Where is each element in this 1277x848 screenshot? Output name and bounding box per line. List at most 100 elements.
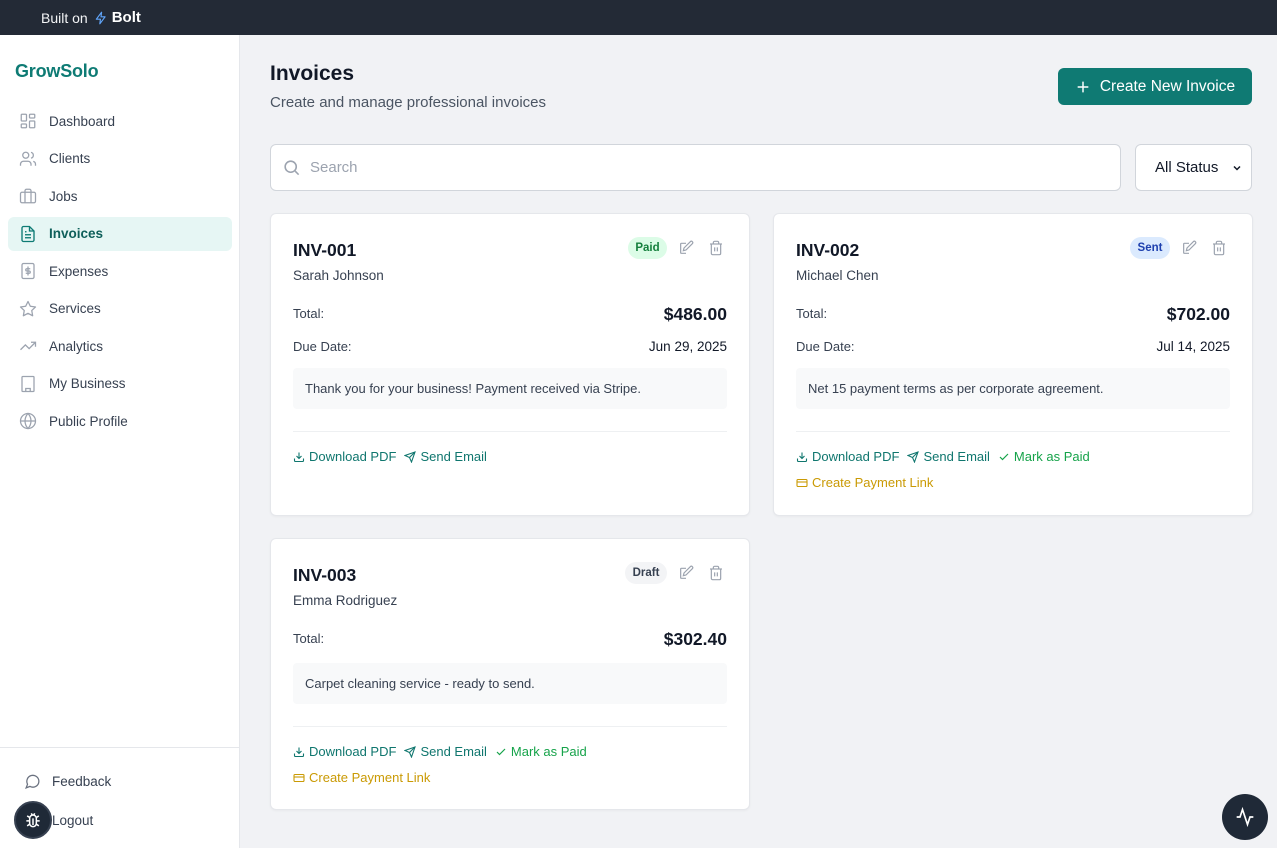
download-pdf-label: Download PDF	[309, 744, 397, 759]
feedback-label: Feedback	[52, 773, 112, 789]
mark-as-paid-button[interactable]: Mark as Paid	[495, 744, 587, 759]
invoice-id: INV-003	[293, 565, 357, 585]
status-badge: Paid	[628, 237, 667, 259]
debug-button[interactable]	[14, 801, 52, 839]
status-filter-value: All Status	[1155, 159, 1219, 176]
sidebar-item-label: Invoices	[49, 226, 104, 241]
feedback-link[interactable]: Feedback	[24, 772, 111, 790]
bolt-brand[interactable]: Bolt	[112, 9, 141, 26]
sidebar-item-analytics[interactable]: Analytics	[8, 329, 232, 363]
create-payment-link-label: Create Payment Link	[309, 770, 431, 785]
invoice-note: Thank you for your business! Payment rec…	[293, 368, 727, 409]
bolt-icon	[95, 11, 106, 24]
due-date-label: Due Date:	[796, 339, 855, 354]
total-label: Total:	[796, 306, 828, 321]
download-icon	[796, 452, 808, 462]
built-on-label: Built on	[41, 9, 88, 26]
divider	[796, 431, 1230, 432]
due-date-label: Due Date:	[293, 339, 352, 354]
sidebar-nav: Dashboard Clients Jobs Invoices Expenses	[8, 104, 232, 442]
send-email-button[interactable]: Send Email	[404, 744, 487, 759]
invoice-actions: Download PDF Send Email Mark as Paid	[293, 744, 587, 759]
total-value: $702.00	[1166, 304, 1230, 324]
bug-icon	[26, 812, 40, 828]
send-icon	[907, 450, 920, 463]
page-subtitle: Create and manage professional invoices	[270, 94, 546, 111]
sidebar-item-expenses[interactable]: Expenses	[8, 254, 232, 288]
search-input[interactable]	[310, 159, 1100, 176]
check-icon	[999, 453, 1009, 460]
top-bar: Built on Bolt	[0, 0, 1277, 35]
sidebar-item-my-business[interactable]: My Business	[8, 367, 232, 401]
trash-icon[interactable]	[708, 240, 724, 256]
create-new-invoice-button[interactable]: Create New Invoice	[1058, 68, 1252, 105]
mark-as-paid-button[interactable]: Mark as Paid	[998, 449, 1090, 464]
invoice-card: INV-002 Michael Chen Sent Total: $702.00…	[773, 213, 1253, 516]
send-email-button[interactable]: Send Email	[907, 449, 990, 464]
invoice-card: INV-001 Sarah Johnson Paid Total: $486.0…	[270, 213, 750, 516]
sidebar-item-label: Dashboard	[49, 113, 116, 129]
globe-icon	[19, 412, 37, 430]
divider	[293, 431, 727, 432]
search-box[interactable]	[270, 144, 1121, 191]
search-icon	[284, 160, 300, 176]
download-icon	[293, 452, 305, 462]
send-email-label: Send Email	[923, 449, 990, 464]
sidebar: GrowSolo Dashboard Clients Jobs Invoices	[0, 35, 240, 848]
chevron-down-icon	[1233, 165, 1241, 171]
download-icon	[293, 747, 305, 757]
invoice-actions: Download PDF Send Email	[293, 449, 487, 464]
sidebar-item-label: Services	[49, 301, 101, 316]
send-email-label: Send Email	[420, 449, 487, 464]
download-pdf-button[interactable]: Download PDF	[293, 449, 396, 464]
trash-icon[interactable]	[708, 565, 724, 581]
message-circle-icon	[24, 772, 42, 790]
sidebar-item-clients[interactable]: Clients	[8, 142, 232, 176]
sidebar-item-public-profile[interactable]: Public Profile	[8, 404, 232, 438]
invoice-actions: Download PDF Send Email Mark as Paid	[796, 449, 1090, 464]
sidebar-item-label: Expenses	[49, 263, 109, 279]
sidebar-item-jobs[interactable]: Jobs	[8, 179, 232, 213]
create-payment-link-button[interactable]: Create Payment Link	[293, 770, 430, 785]
star-icon	[19, 300, 37, 318]
edit-icon[interactable]	[678, 240, 694, 256]
create-payment-link-label: Create Payment Link	[812, 475, 934, 490]
create-payment-link-button[interactable]: Create Payment Link	[796, 475, 933, 490]
activity-icon	[1236, 807, 1254, 827]
building-icon	[19, 375, 37, 393]
sidebar-item-services[interactable]: Services	[8, 292, 232, 326]
activity-button[interactable]	[1222, 794, 1268, 840]
sidebar-item-dashboard[interactable]: Dashboard	[8, 104, 232, 138]
edit-icon[interactable]	[1181, 240, 1197, 256]
send-email-label: Send Email	[420, 744, 487, 759]
app-logo[interactable]: GrowSolo	[15, 61, 99, 82]
status-filter-select[interactable]: All Status	[1135, 144, 1252, 191]
invoice-note: Carpet cleaning service - ready to send.	[293, 663, 727, 704]
page-title: Invoices	[270, 62, 355, 85]
invoice-id: INV-001	[293, 240, 357, 260]
invoice-id: INV-002	[796, 240, 860, 260]
sidebar-footer: Feedback Logout	[0, 747, 239, 828]
dollar-receipt-icon	[19, 262, 37, 280]
mark-as-paid-label: Mark as Paid	[1013, 449, 1090, 464]
total-label: Total:	[293, 306, 325, 321]
invoice-actions-secondary: Create Payment Link	[293, 770, 430, 785]
send-icon	[404, 745, 417, 758]
logout-link[interactable]: Logout	[52, 813, 93, 828]
credit-card-icon	[293, 773, 305, 782]
send-email-button[interactable]: Send Email	[404, 449, 487, 464]
download-pdf-button[interactable]: Download PDF	[796, 449, 899, 464]
status-badge: Sent	[1130, 237, 1170, 259]
check-icon	[496, 748, 506, 755]
edit-icon[interactable]	[678, 565, 694, 581]
total-label: Total:	[293, 631, 325, 646]
sidebar-item-invoices[interactable]: Invoices	[8, 216, 232, 251]
sidebar-item-label: Jobs	[49, 188, 78, 204]
download-pdf-button[interactable]: Download PDF	[293, 744, 396, 759]
trash-icon[interactable]	[1211, 240, 1227, 256]
due-date-value: Jul 14, 2025	[1156, 339, 1230, 354]
sidebar-item-label: Clients	[49, 151, 91, 166]
mark-as-paid-label: Mark as Paid	[510, 744, 587, 759]
due-date-value: Jun 29, 2025	[648, 339, 727, 354]
sidebar-item-label: Public Profile	[49, 413, 128, 429]
